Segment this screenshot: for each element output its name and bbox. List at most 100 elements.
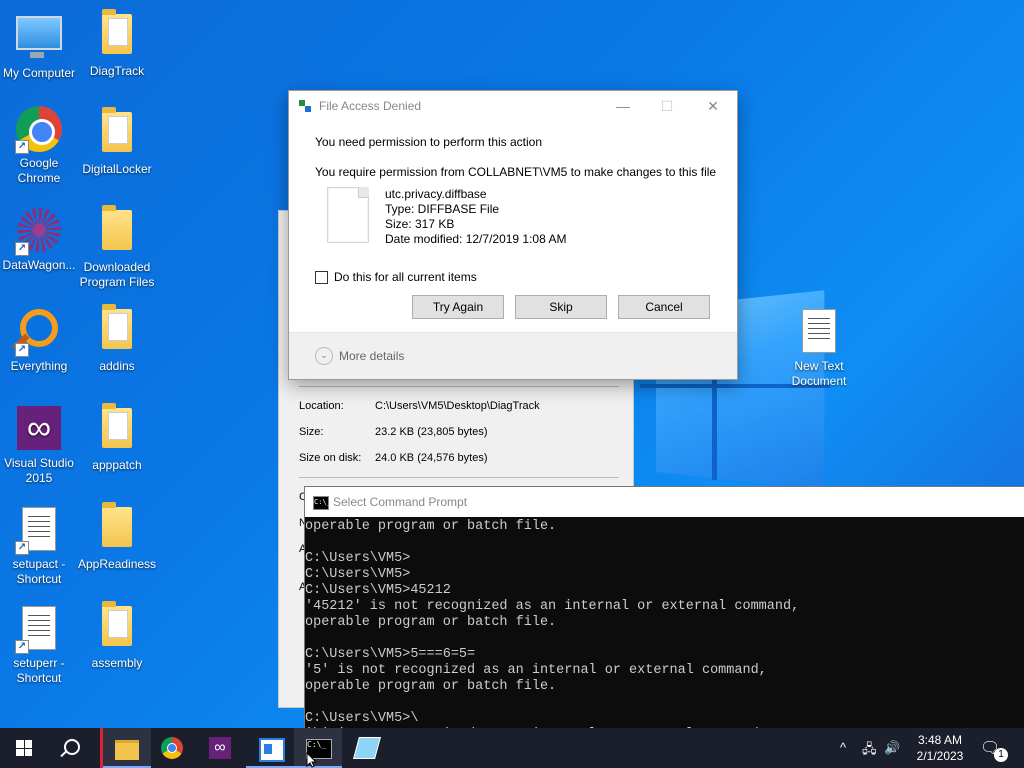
file-date-modified: Date modified: 12/7/2019 1:08 AM bbox=[385, 232, 566, 247]
close-button[interactable]: ✕ bbox=[703, 96, 723, 116]
desktop-icon-appreadiness[interactable]: AppReadiness bbox=[78, 503, 156, 572]
desktop-icon-label: Downloaded Program Files bbox=[78, 260, 156, 290]
shortcut-arrow-icon: ↗ bbox=[15, 640, 29, 654]
desktop-icon-everything[interactable]: ↗ Everything bbox=[0, 305, 78, 374]
cmd-line: C:\Users\VM5>45212 bbox=[305, 583, 1024, 599]
folder-icon bbox=[102, 210, 132, 250]
notepad-icon bbox=[353, 737, 381, 759]
shortcut-arrow-icon: ↗ bbox=[15, 140, 29, 154]
search-button[interactable] bbox=[48, 728, 96, 768]
desktop-icon-label: Google Chrome bbox=[14, 156, 64, 186]
apply-all-checkbox[interactable]: Do this for all current items bbox=[315, 270, 477, 284]
file-move-icon bbox=[299, 100, 311, 112]
mouse-cursor-icon bbox=[306, 752, 318, 768]
skip-button[interactable]: Skip bbox=[515, 295, 607, 319]
visual-studio-icon: ∞ bbox=[209, 737, 231, 759]
cmd-line bbox=[305, 695, 1024, 711]
chevron-down-icon: ⌄ bbox=[315, 347, 333, 365]
taskbar: ∞ C:\_ ^ 🖧 🔊 3:48 AM 2/1/2023 🗨 1 bbox=[0, 728, 1024, 768]
taskbar-notepad[interactable] bbox=[342, 728, 390, 768]
cmd-line: operable program or batch file. bbox=[305, 679, 1024, 695]
taskbar-file-explorer[interactable] bbox=[100, 728, 151, 768]
clock-time: 3:48 AM bbox=[908, 732, 972, 748]
desktop-icon-new-text-document[interactable]: New Text Document bbox=[780, 305, 858, 389]
checkbox-label: Do this for all current items bbox=[334, 270, 477, 284]
start-button[interactable] bbox=[0, 728, 48, 768]
desktop-icon-label: apppatch bbox=[78, 458, 156, 473]
system-clock[interactable]: 3:48 AM 2/1/2023 bbox=[908, 732, 972, 764]
taskbar-visual-studio[interactable]: ∞ bbox=[196, 728, 244, 768]
cmd-line: C:\Users\VM5>5===6=5= bbox=[305, 647, 1024, 663]
command-prompt-window[interactable]: C:\_ Select Command Prompt operable prog… bbox=[304, 486, 1024, 730]
desktop-icon-setuperr-shortcut[interactable]: ↗ setuperr - Shortcut bbox=[0, 602, 78, 686]
desktop-icon-label: DigitalLocker bbox=[78, 162, 156, 177]
desktop-icon-label: Everything bbox=[0, 359, 78, 374]
desktop-icon-label: assembly bbox=[78, 656, 156, 671]
network-icon[interactable]: 🖧 bbox=[862, 740, 877, 762]
location-row: Location: bbox=[299, 400, 344, 412]
desktop-icon-downloaded-program-files[interactable]: Downloaded Program Files bbox=[78, 206, 156, 290]
visual-studio-icon bbox=[17, 406, 61, 450]
taskbar-chrome[interactable] bbox=[148, 728, 196, 768]
notification-badge: 1 bbox=[994, 748, 1008, 762]
cmd-title: Select Command Prompt bbox=[333, 495, 467, 509]
volume-icon[interactable]: 🔊 bbox=[884, 740, 900, 756]
more-details-toggle[interactable]: ⌄ More details bbox=[315, 347, 404, 365]
desktop-icon-my-computer[interactable]: My Computer bbox=[0, 10, 78, 81]
more-details-label: More details bbox=[339, 349, 404, 363]
permission-detail: You require permission from COLLABNET\VM… bbox=[315, 165, 716, 179]
file-info: utc.privacy.diffbase Type: DIFFBASE File… bbox=[385, 187, 566, 247]
cancel-button[interactable]: Cancel bbox=[618, 295, 710, 319]
taskbar-app[interactable] bbox=[246, 728, 294, 768]
cmd-line: '45212' is not recognized as an internal… bbox=[305, 599, 1024, 615]
checkbox-box[interactable] bbox=[315, 271, 328, 284]
chevron-up-icon[interactable]: ^ bbox=[840, 740, 846, 755]
desktop-icon-digitallocker[interactable]: DigitalLocker bbox=[78, 108, 156, 177]
desktop-icon-label: setuperr - Shortcut bbox=[9, 656, 69, 686]
desktop-icon-label: DataWagon... bbox=[0, 258, 78, 273]
cmd-line: C:\Users\VM5> bbox=[305, 567, 1024, 583]
dialog-footer: ⌄ More details bbox=[289, 332, 737, 379]
desktop-icon-apppatch[interactable]: apppatch bbox=[78, 404, 156, 473]
desktop-icon-label: DiagTrack bbox=[78, 64, 156, 79]
minimize-button[interactable]: — bbox=[613, 96, 633, 116]
cmd-output[interactable]: operable program or batch file. C:\Users… bbox=[305, 517, 1024, 730]
search-icon bbox=[64, 739, 80, 755]
desktop-icon-assembly[interactable]: assembly bbox=[78, 602, 156, 671]
size-on-disk-label: Size on disk: bbox=[299, 452, 361, 464]
desktop-icon-setupact-shortcut[interactable]: ↗ setupact - Shortcut bbox=[0, 503, 78, 587]
try-again-button[interactable]: Try Again bbox=[412, 295, 504, 319]
computer-icon bbox=[16, 16, 62, 50]
shortcut-arrow-icon: ↗ bbox=[15, 541, 29, 555]
file-access-denied-dialog[interactable]: File Access Denied — ☐ ✕ You need permis… bbox=[288, 90, 738, 380]
desktop-icon-diagtrack[interactable]: DiagTrack bbox=[78, 10, 156, 79]
size-value: 23.2 KB (23,805 bytes) bbox=[375, 426, 488, 438]
separator bbox=[299, 477, 619, 478]
size-on-disk-value: 24.0 KB (24,576 bytes) bbox=[375, 452, 488, 464]
folder-icon bbox=[102, 507, 132, 547]
taskbar-command-prompt[interactable]: C:\_ bbox=[294, 728, 342, 768]
action-center-button[interactable]: 🗨 1 bbox=[980, 738, 1002, 756]
folder-icon bbox=[102, 408, 132, 448]
text-document-icon bbox=[802, 309, 836, 353]
desktop-icon-addins[interactable]: addins bbox=[78, 305, 156, 374]
application-window-icon bbox=[259, 738, 285, 762]
desktop-icon-label: setupact - Shortcut bbox=[9, 557, 69, 587]
shortcut-arrow-icon: ↗ bbox=[15, 343, 29, 357]
desktop-icon-label: New Text Document bbox=[789, 359, 849, 389]
clock-date: 2/1/2023 bbox=[908, 748, 972, 764]
desktop-icon-visual-studio[interactable]: Visual Studio 2015 bbox=[0, 404, 78, 486]
file-size: Size: 317 KB bbox=[385, 217, 566, 232]
command-prompt-icon: C:\_ bbox=[313, 496, 329, 510]
desktop-icon-google-chrome[interactable]: ↗ Google Chrome bbox=[0, 106, 78, 186]
system-tray: ^ 🖧 🔊 bbox=[836, 728, 906, 768]
location-value: C:\Users\VM5\Desktop\DiagTrack bbox=[375, 400, 540, 412]
maximize-button[interactable]: ☐ bbox=[657, 96, 677, 116]
desktop-icon-label: AppReadiness bbox=[78, 557, 156, 572]
cmd-line: C:\Users\VM5> bbox=[305, 551, 1024, 567]
cmd-titlebar[interactable]: C:\_ Select Command Prompt bbox=[305, 487, 1024, 517]
desktop-icon-datawagon[interactable]: ↗ DataWagon... bbox=[0, 206, 78, 273]
folder-icon bbox=[102, 14, 132, 54]
dialog-titlebar[interactable]: File Access Denied — ☐ ✕ bbox=[289, 91, 737, 121]
file-type: Type: DIFFBASE File bbox=[385, 202, 566, 217]
